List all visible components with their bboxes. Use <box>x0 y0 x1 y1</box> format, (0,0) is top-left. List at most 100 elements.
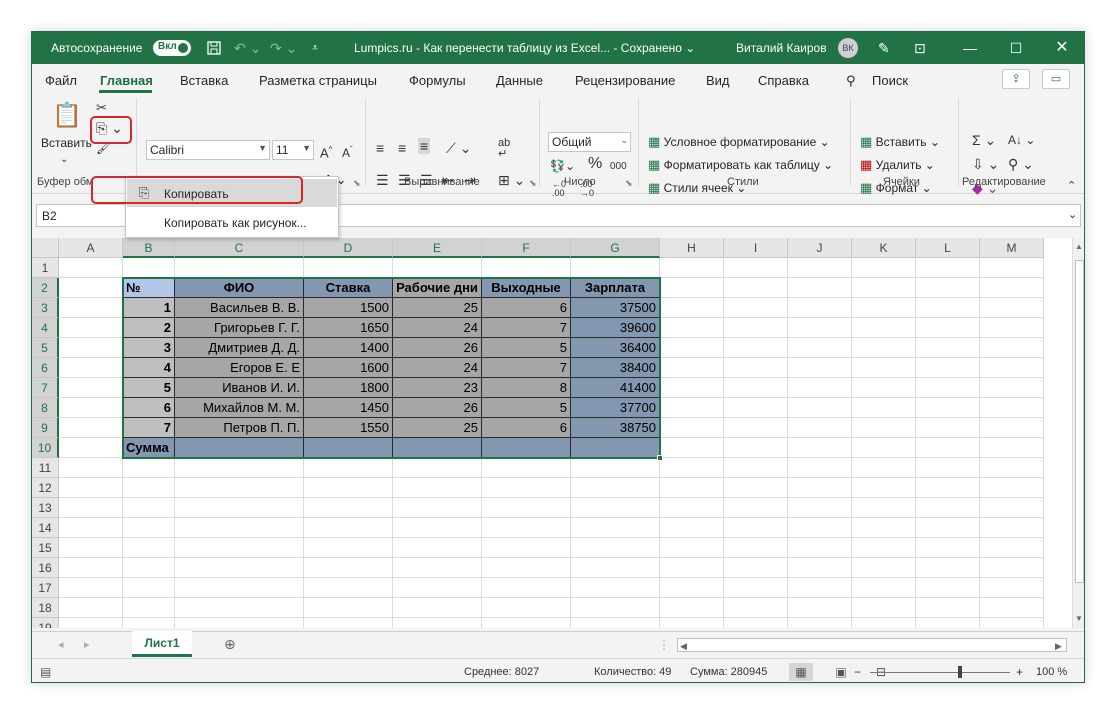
cell[interactable] <box>852 298 916 318</box>
cell[interactable] <box>393 478 482 498</box>
table-cell[interactable]: 2 <box>123 318 175 338</box>
menu-item-copy-as-picture[interactable]: Копировать как рисунок... <box>127 208 337 236</box>
cell[interactable] <box>852 618 916 628</box>
normal-view-icon[interactable]: ▦ <box>789 663 813 681</box>
cell[interactable] <box>482 598 571 618</box>
table-cell[interactable]: 23 <box>393 378 482 398</box>
cell[interactable] <box>59 438 123 458</box>
cell[interactable] <box>123 498 175 518</box>
cell[interactable] <box>852 538 916 558</box>
scroll-down-icon[interactable]: ▼ <box>1075 614 1083 623</box>
cell[interactable] <box>482 618 571 628</box>
cell[interactable] <box>660 298 724 318</box>
cell[interactable] <box>916 458 980 478</box>
table-cell[interactable]: 38750 <box>571 418 660 438</box>
cell[interactable] <box>916 438 980 458</box>
cell[interactable] <box>175 458 304 478</box>
cell[interactable] <box>123 478 175 498</box>
cell[interactable] <box>393 258 482 278</box>
cell[interactable] <box>123 458 175 478</box>
cell[interactable] <box>852 278 916 298</box>
cell[interactable] <box>788 598 852 618</box>
cell[interactable] <box>852 338 916 358</box>
row-header[interactable]: 3 <box>32 298 59 318</box>
format-as-table-button[interactable]: ▦ Форматировать как таблицу ⌄ <box>648 157 833 173</box>
cell[interactable] <box>852 458 916 478</box>
cell[interactable] <box>175 478 304 498</box>
scroll-up-icon[interactable]: ▲ <box>1075 242 1083 251</box>
table-cell[interactable]: 36400 <box>571 338 660 358</box>
cell[interactable] <box>916 398 980 418</box>
table-cell[interactable] <box>175 438 304 458</box>
table-cell[interactable]: 1500 <box>304 298 393 318</box>
share-button[interactable]: ⇪ <box>1002 69 1030 89</box>
row-header[interactable]: 17 <box>32 578 59 598</box>
cell[interactable] <box>980 418 1044 438</box>
cell[interactable] <box>980 578 1044 598</box>
cell[interactable] <box>660 558 724 578</box>
cell[interactable] <box>482 458 571 478</box>
table-cell[interactable]: Петров П. П. <box>175 418 304 438</box>
row-header[interactable]: 18 <box>32 598 59 618</box>
cell[interactable] <box>175 498 304 518</box>
cell[interactable] <box>304 598 393 618</box>
zoom-slider-thumb[interactable] <box>958 666 962 678</box>
search-label[interactable]: Поиск <box>872 73 908 88</box>
cell[interactable] <box>980 298 1044 318</box>
orientation-icon[interactable]: ⟋ ⌄ <box>446 140 471 156</box>
cell[interactable] <box>660 358 724 378</box>
column-header[interactable]: J <box>788 238 852 258</box>
cell[interactable] <box>724 498 788 518</box>
cell[interactable] <box>304 258 393 278</box>
tab-data[interactable]: Данные <box>496 73 543 88</box>
table-cell[interactable]: 3 <box>123 338 175 358</box>
tab-home[interactable]: Главная <box>100 73 153 88</box>
cell[interactable] <box>660 258 724 278</box>
cell[interactable] <box>660 578 724 598</box>
cell[interactable] <box>482 258 571 278</box>
font-name-combo[interactable]: Calibri ▼ <box>146 140 270 160</box>
cell[interactable] <box>571 538 660 558</box>
sort-filter-icon[interactable]: A↓ ⌄ <box>1008 132 1035 148</box>
cell[interactable] <box>571 478 660 498</box>
align-middle-icon[interactable]: ≡ <box>398 140 406 156</box>
cell[interactable] <box>175 538 304 558</box>
table-cell[interactable]: 1450 <box>304 398 393 418</box>
table-cell[interactable]: 1650 <box>304 318 393 338</box>
column-header[interactable]: C <box>175 238 304 258</box>
table-cell[interactable]: 24 <box>393 358 482 378</box>
cell[interactable] <box>393 518 482 538</box>
cell[interactable] <box>59 318 123 338</box>
cell[interactable] <box>123 578 175 598</box>
cell[interactable] <box>788 298 852 318</box>
cell[interactable] <box>304 538 393 558</box>
table-cell[interactable]: 1400 <box>304 338 393 358</box>
column-header[interactable]: E <box>393 238 482 258</box>
cell[interactable] <box>482 518 571 538</box>
cell[interactable] <box>59 598 123 618</box>
cell[interactable] <box>724 458 788 478</box>
alignment-launcher-icon[interactable]: ⬊ <box>529 178 537 189</box>
row-header[interactable]: 13 <box>32 498 59 518</box>
cell[interactable] <box>852 578 916 598</box>
cell[interactable] <box>660 598 724 618</box>
table-cell[interactable]: Иванов И. И. <box>175 378 304 398</box>
cell[interactable] <box>980 378 1044 398</box>
column-header[interactable]: G <box>571 238 660 258</box>
table-cell[interactable]: 8 <box>482 378 571 398</box>
cell[interactable] <box>482 558 571 578</box>
cell[interactable] <box>980 358 1044 378</box>
add-sheet-icon[interactable]: ⊕ <box>224 636 236 652</box>
undo-icon[interactable]: ↶ ⌄ <box>234 40 261 56</box>
table-cell[interactable]: 26 <box>393 398 482 418</box>
cell[interactable] <box>482 478 571 498</box>
row-header[interactable]: 2 <box>32 278 59 298</box>
table-cell[interactable]: Григорьев Г. Г. <box>175 318 304 338</box>
column-header[interactable]: K <box>852 238 916 258</box>
cell[interactable] <box>724 518 788 538</box>
table-cell[interactable]: 26 <box>393 338 482 358</box>
cell[interactable] <box>571 458 660 478</box>
cell[interactable] <box>852 598 916 618</box>
cell[interactable] <box>980 558 1044 578</box>
cell[interactable] <box>980 498 1044 518</box>
